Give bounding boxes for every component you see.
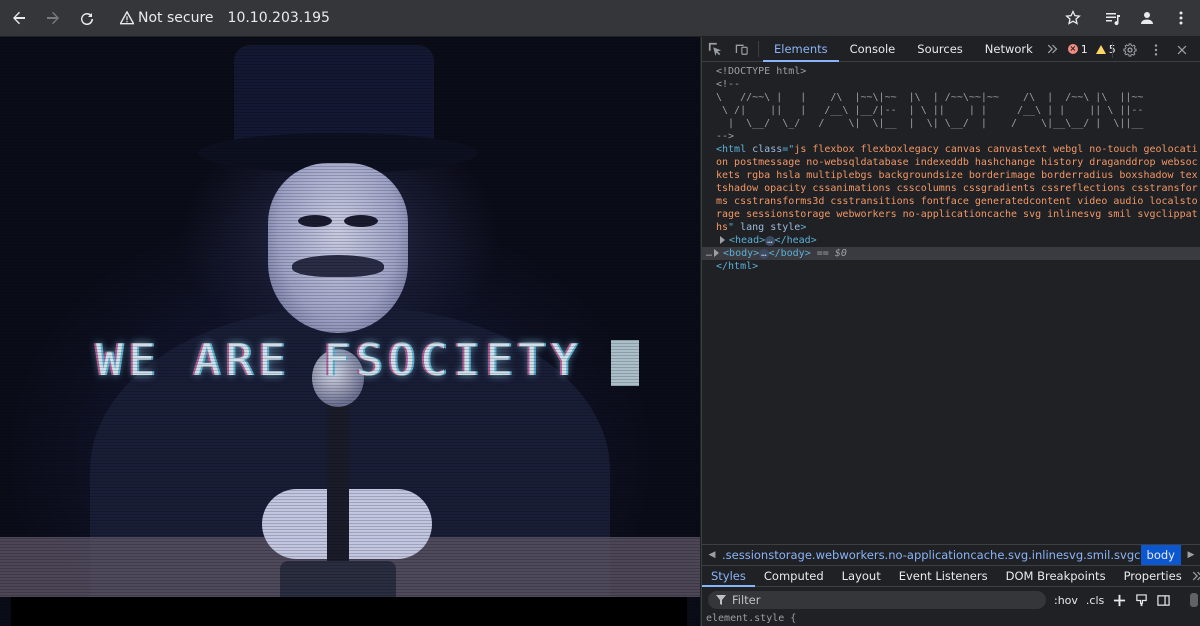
ellipsis-badge[interactable]: … — [765, 236, 775, 246]
expand-triangle-icon[interactable] — [720, 236, 725, 244]
head-node[interactable]: <head>… </head> — [720, 234, 1200, 247]
media-queue-icon[interactable] — [1098, 3, 1128, 33]
forward-arrow-icon[interactable] — [38, 3, 68, 33]
cls-button[interactable]: .cls — [1086, 594, 1104, 607]
body-node[interactable]: … <body>… </body> == $0 — [702, 247, 1200, 260]
settings-gear-icon[interactable] — [1117, 37, 1143, 62]
not-secure-indicator[interactable]: Not secure — [120, 10, 214, 26]
filter-placeholder: Filter — [732, 593, 761, 607]
terminal-headline: WE ARE FSOCIETY — [96, 335, 640, 386]
breadcrumb-left-arrow-icon[interactable]: ◀ — [702, 550, 722, 560]
terminal-input-bar[interactable] — [11, 597, 687, 626]
breadcrumb-right-arrow-icon[interactable]: ▶ — [1181, 550, 1200, 560]
tab-sources[interactable]: Sources — [906, 37, 974, 62]
html-extra-attrs: lang style — [740, 222, 801, 233]
styles-filter-input[interactable]: Filter — [708, 591, 1046, 609]
element-style-rule[interactable]: element.style { — [706, 613, 796, 624]
inspect-element-icon[interactable] — [702, 37, 728, 62]
new-style-rule-icon[interactable] — [1112, 593, 1126, 607]
ascii-art-line-3: | \__/ \_/ / \| \|__ | \| \__/ | / \|__\… — [716, 118, 1144, 129]
devtools-menu-icon[interactable] — [1143, 37, 1169, 62]
tab-computed[interactable]: Computed — [755, 565, 833, 587]
more-tabs-chevron-icon[interactable] — [1044, 37, 1062, 62]
close-devtools-icon[interactable] — [1169, 37, 1195, 62]
paint-brush-icon[interactable] — [1134, 593, 1148, 607]
filter-funnel-icon — [716, 595, 726, 605]
tab-properties[interactable]: Properties — [1115, 565, 1191, 587]
ascii-art-line-2: \ /| || | /__\ |__/|-- | \ || | | /__\ |… — [716, 105, 1144, 116]
terminal-cursor — [611, 340, 640, 386]
styles-filter-row: Filter :hov .cls — [702, 589, 1200, 611]
reload-icon[interactable] — [72, 3, 102, 33]
mask-face — [268, 163, 408, 333]
breadcrumb-current[interactable]: body — [1140, 544, 1181, 565]
browser-toolbar: Not secure 10.10.203.195 — [0, 0, 1200, 36]
selected-marker: == $0 — [816, 248, 847, 259]
fsociety-background-image — [0, 37, 700, 626]
warning-icon — [1095, 44, 1106, 54]
dom-tree: <!DOCTYPE html> <!-- \ //~~\ | | /\ |~~\… — [702, 63, 1200, 541]
expand-triangle-icon[interactable] — [714, 249, 720, 257]
ascii-art-line-1: \ //~~\ | | /\ |~~\|~~ |\ | /~~\~~|~~ /\… — [716, 92, 1144, 103]
styles-scrollbar[interactable] — [1190, 593, 1198, 607]
tab-styles[interactable]: Styles — [702, 565, 755, 587]
device-toolbar-icon[interactable] — [728, 37, 754, 62]
headline-text: WE ARE FSOCIETY — [96, 335, 584, 386]
profile-icon[interactable] — [1132, 3, 1162, 33]
error-count: 1 — [1080, 42, 1088, 56]
html-node[interactable]: <html class="js flexbox flexboxlegacy ca… — [716, 143, 1200, 234]
tab-network[interactable]: Network — [974, 37, 1044, 62]
page-viewport: WE ARE FSOCIETY — [0, 37, 700, 626]
tab-console[interactable]: Console — [839, 37, 907, 62]
ellipsis-badge[interactable]: … — [759, 249, 769, 259]
breadcrumb: ◀ .sessionstorage.webworkers.no-applicat… — [702, 544, 1200, 565]
devtools-tab-bar: Elements Console Sources Network ×1 5 — [702, 37, 1200, 62]
url-text[interactable]: 10.10.203.195 — [228, 10, 330, 26]
bookmark-star-icon[interactable] — [1058, 3, 1088, 33]
more-subtabs-chevron-icon[interactable] — [1191, 564, 1200, 589]
tab-elements[interactable]: Elements — [763, 37, 839, 62]
tab-dom-breakpoints[interactable]: DOM Breakpoints — [997, 565, 1115, 587]
html-close-node[interactable]: </html> — [716, 260, 1200, 273]
tab-layout[interactable]: Layout — [833, 565, 890, 587]
error-icon: × — [1067, 44, 1078, 54]
address-bar[interactable]: Not secure 10.10.203.195 — [112, 4, 1092, 32]
toggle-sidebar-icon[interactable] — [1156, 593, 1170, 607]
warning-triangle-icon — [120, 11, 134, 25]
tab-event-listeners[interactable]: Event Listeners — [890, 565, 997, 587]
doctype-node[interactable]: <!DOCTYPE html> — [716, 65, 1200, 78]
not-secure-label: Not secure — [138, 10, 214, 26]
kebab-menu-icon[interactable] — [1166, 3, 1196, 33]
comment-open[interactable]: <!-- — [716, 78, 1200, 91]
comment-close: --> — [716, 131, 735, 142]
devtools-panel: Elements Console Sources Network ×1 5 <!… — [701, 37, 1200, 626]
mic-stand — [327, 405, 349, 565]
breadcrumb-path[interactable]: .sessionstorage.webworkers.no-applicatio… — [722, 548, 1141, 562]
html-class-value: js flexbox flexboxlegacy canvas canvaste… — [716, 144, 1198, 233]
back-arrow-icon[interactable] — [4, 3, 34, 33]
hov-button[interactable]: :hov — [1054, 594, 1078, 607]
styles-tab-bar: Styles Computed Layout Event Listeners D… — [702, 565, 1200, 587]
